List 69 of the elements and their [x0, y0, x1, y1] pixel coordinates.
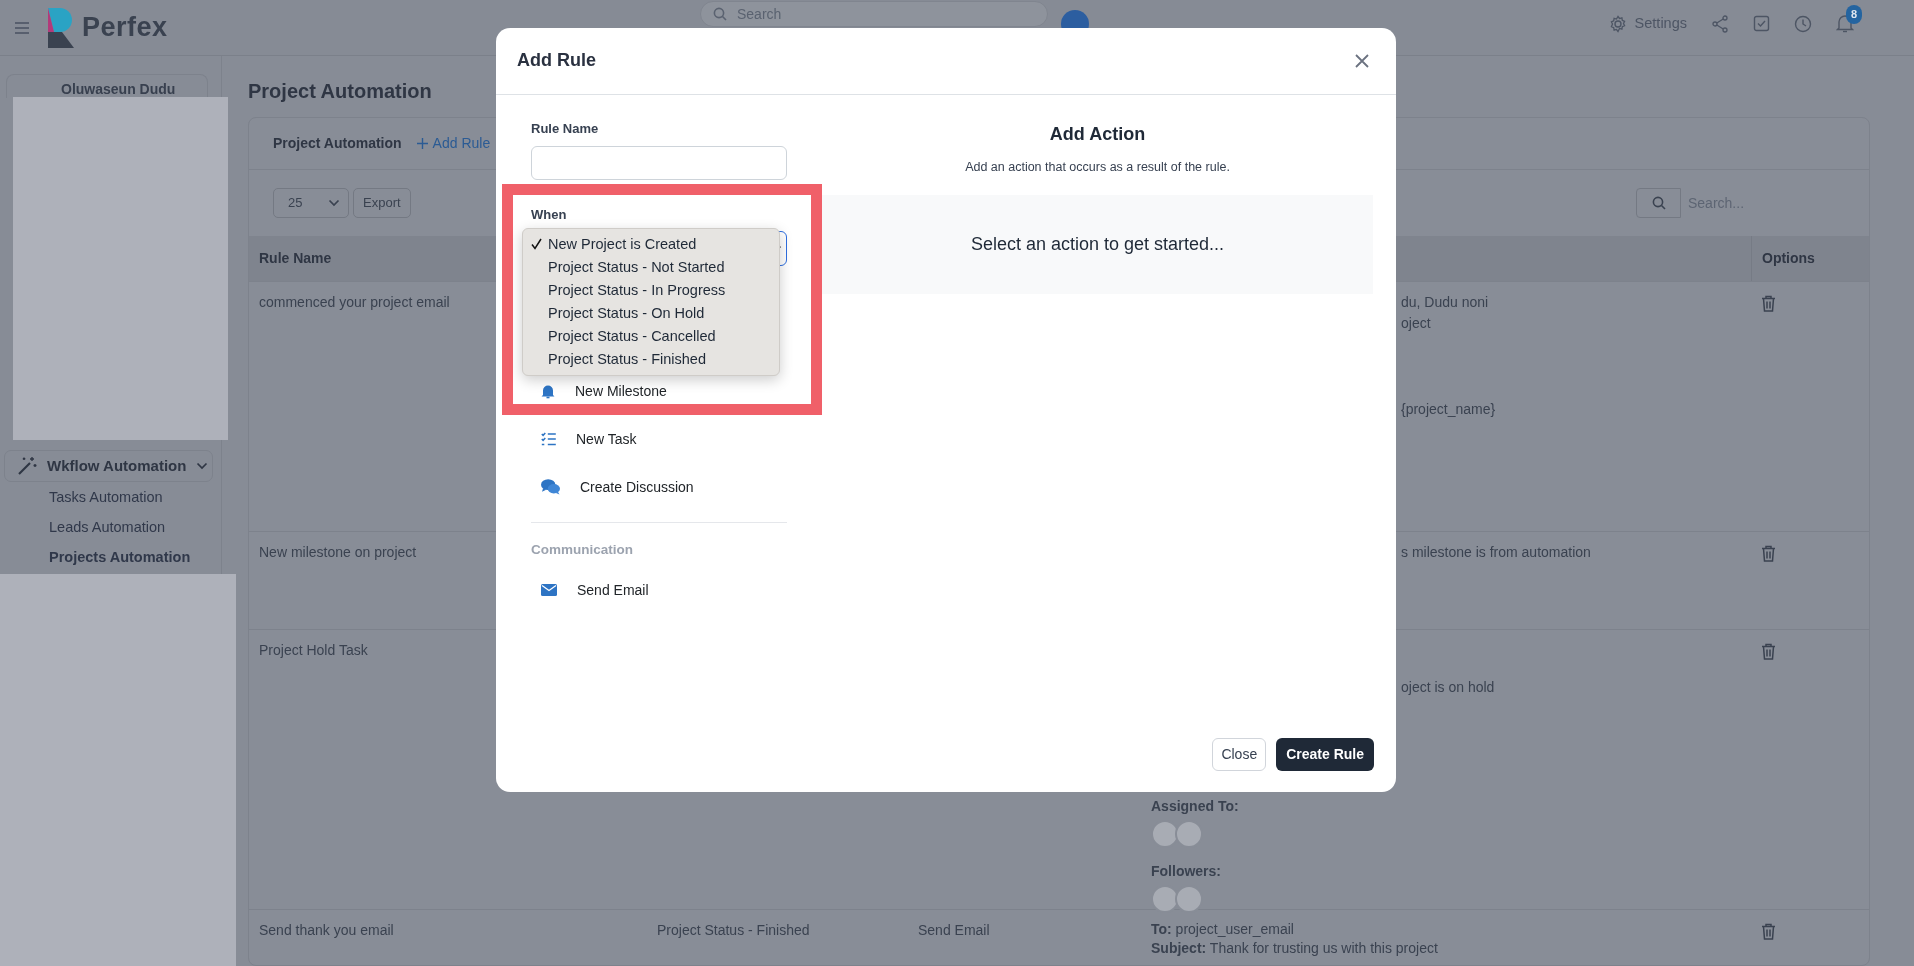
table-cell-text: du, Dudu noni — [1401, 294, 1489, 310]
empty-state-text: Select an action to get started... — [970, 232, 1225, 256]
chevron-down-icon — [328, 199, 340, 207]
table-cell-text: Send Email — [918, 922, 990, 938]
trash-icon[interactable] — [1761, 544, 1776, 562]
field-label: When — [531, 206, 567, 222]
table-cell-text: Subject: Thank for trusting us with this project — [1151, 940, 1438, 956]
create-rule-button[interactable]: Create Rule — [1276, 738, 1374, 771]
section-subtitle: Add an action that occurs as a result of the rule. — [964, 159, 1231, 176]
trash-icon[interactable] — [1761, 922, 1776, 940]
logo-icon — [48, 7, 74, 48]
checkbox-icon[interactable] — [1753, 15, 1770, 33]
table-cell-text: oject is on hold — [1401, 679, 1495, 695]
trash-icon[interactable] — [1761, 294, 1776, 312]
action-item[interactable]: Create Discussion — [531, 477, 694, 497]
table-cell-text: Project Hold Task — [259, 642, 368, 658]
bell-icon — [541, 383, 555, 399]
sidebar-item[interactable]: Leads Automation — [0, 512, 221, 542]
search-icon — [1651, 196, 1666, 210]
action-item[interactable]: New Task — [531, 429, 637, 449]
search-icon — [713, 7, 727, 21]
table-cell-text: oject — [1401, 315, 1431, 331]
action-item[interactable]: New Milestone — [531, 381, 667, 401]
field-label: Assigned To: — [1151, 798, 1239, 814]
trash-icon[interactable] — [1761, 642, 1776, 660]
page-title: Project Automation — [248, 79, 433, 103]
field-label: Rule Name — [531, 120, 600, 138]
plus-icon — [415, 137, 429, 150]
checkmark-icon — [531, 238, 542, 250]
avatar — [1175, 885, 1203, 913]
field-label: Followers: — [1151, 863, 1221, 879]
table-cell-text: Project Status - Finished — [657, 922, 810, 938]
checklist-icon — [541, 432, 556, 446]
avatar — [1151, 820, 1179, 848]
section-title: Add Action — [1048, 123, 1147, 146]
share-icon[interactable] — [1711, 14, 1729, 33]
settings-icon — [1608, 14, 1627, 33]
dropdown-option[interactable]: Project Status - In Progress — [523, 279, 779, 302]
search-addon[interactable] — [1636, 188, 1681, 218]
table-cell-text: commenced your project email — [259, 294, 450, 310]
logo-text: Perfex — [82, 11, 168, 45]
sidebar-group[interactable]: Wkflow Automation — [4, 450, 213, 482]
table-cell-text: New milestone on project — [259, 544, 417, 560]
avatar — [1151, 885, 1179, 913]
column-header: Options — [1762, 249, 1815, 268]
group-heading: Communication — [531, 542, 633, 557]
envelope-icon — [541, 584, 557, 596]
sidebar-item[interactable]: Tasks Automation — [0, 482, 221, 512]
column-header: Rule Name — [259, 249, 332, 268]
dropdown-option[interactable]: Project Status - On Hold — [523, 302, 779, 325]
avatar — [1175, 820, 1203, 848]
action-item[interactable]: Send Email — [531, 580, 649, 600]
rule-name-input[interactable] — [531, 145, 787, 180]
menu-icon[interactable] — [14, 21, 30, 34]
table-cell-text: To: project_user_email — [1151, 921, 1294, 937]
table-cell-text: Send thank you email — [259, 922, 394, 938]
dropdown-option[interactable]: Project Status - Cancelled — [523, 325, 779, 348]
dropdown-option[interactable]: Project Status - Finished — [523, 348, 779, 371]
card-title: Project Automation — [273, 134, 402, 153]
close-button[interactable]: Close — [1212, 738, 1267, 771]
dialog-title: Add Rule — [517, 50, 596, 72]
chevron-down-icon — [196, 462, 209, 470]
magic-wand-icon — [17, 456, 37, 476]
chat-bubbles-icon — [541, 479, 560, 495]
dropdown-option[interactable]: Project Status - Not Started — [523, 256, 779, 279]
table-cell-text: s milestone is from automation — [1401, 544, 1591, 560]
clock-icon[interactable] — [1794, 14, 1812, 33]
table-cell-text: {project_name} — [1401, 401, 1496, 417]
dropdown-option[interactable]: New Project is Created — [523, 233, 779, 256]
